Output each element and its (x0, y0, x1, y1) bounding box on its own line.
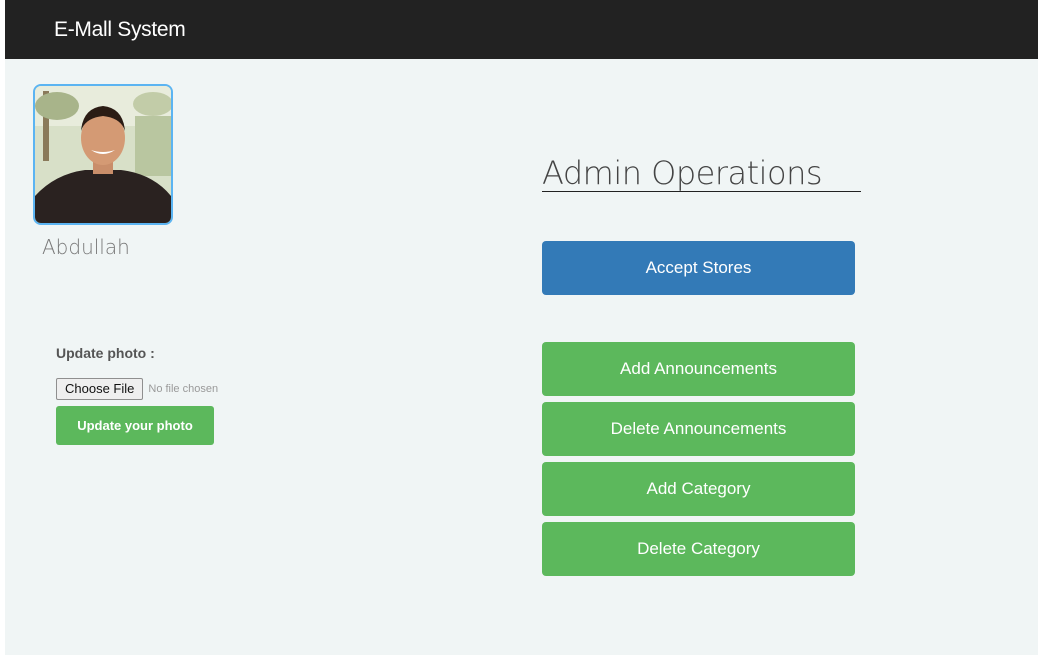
update-photo-label: Update photo : (56, 345, 155, 361)
main-content: Abdullah Update photo : Choose File No f… (5, 59, 1038, 655)
admin-operations-title: Admin Operations (542, 154, 823, 192)
delete-announcements-button[interactable]: Delete Announcements (542, 402, 855, 456)
title-underline (542, 191, 861, 192)
brand-title[interactable]: E-Mall System (54, 18, 186, 42)
profile-photo (35, 86, 171, 223)
delete-category-button[interactable]: Delete Category (542, 522, 855, 576)
add-category-button[interactable]: Add Category (542, 462, 855, 516)
navbar: E-Mall System (5, 0, 1038, 59)
add-announcements-button[interactable]: Add Announcements (542, 342, 855, 396)
file-status-text: No file chosen (148, 383, 219, 395)
update-photo-button[interactable]: Update your photo (56, 406, 214, 445)
choose-file-button[interactable]: Choose File (56, 378, 144, 400)
username: Abdullah (42, 235, 130, 259)
avatar (33, 84, 173, 225)
file-input[interactable]: Choose File No file chosen (56, 378, 218, 400)
accept-stores-button[interactable]: Accept Stores (542, 241, 855, 295)
